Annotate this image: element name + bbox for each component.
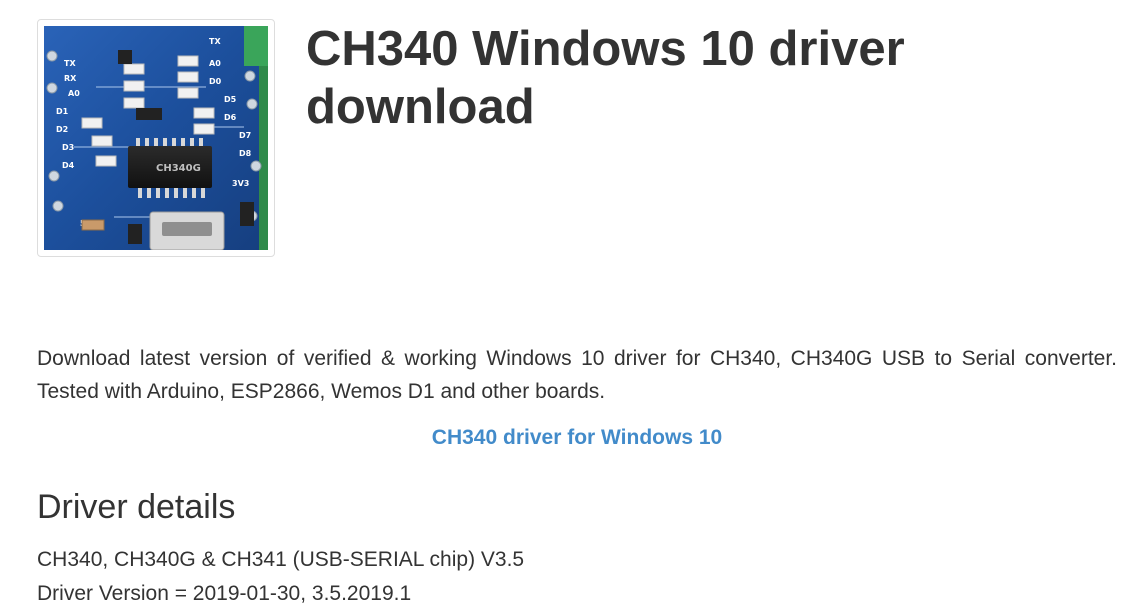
svg-text:D1: D1 — [56, 107, 69, 116]
product-thumbnail: TX RX A0 D1 D2 D3 D4 5V TX A0 D0 D5 D6 D… — [37, 19, 275, 257]
svg-text:D5: D5 — [224, 95, 237, 104]
intro-paragraph: Download latest version of verified & wo… — [37, 347, 1117, 403]
svg-text:D3: D3 — [62, 143, 74, 152]
svg-text:D0: D0 — [209, 77, 222, 86]
svg-text:D8: D8 — [239, 149, 252, 158]
driver-version-line: Driver Version = 2019-01-30, 3.5.2019.1 — [37, 582, 412, 605]
driver-chip-line: CH340, CH340G & CH341 (USB-SERIAL chip) … — [37, 548, 525, 571]
driver-details-heading: Driver details — [37, 488, 236, 526]
chip-label: CH340G — [156, 163, 201, 174]
svg-text:D4: D4 — [62, 161, 75, 170]
ch340-board-photo: TX RX A0 D1 D2 D3 D4 5V TX A0 D0 D5 D6 D… — [44, 26, 268, 250]
svg-text:A0: A0 — [209, 59, 221, 68]
svg-text:A0: A0 — [68, 89, 80, 98]
svg-text:D2: D2 — [56, 125, 68, 134]
download-driver-link[interactable]: CH340 driver for Windows 10 — [0, 426, 1143, 450]
svg-text:RX: RX — [64, 74, 77, 83]
page-title: CH340 Windows 10 driver download — [306, 22, 905, 134]
svg-text:D7: D7 — [239, 131, 251, 140]
driver-details: CH340, CH340G & CH341 (USB-SERIAL chip) … — [37, 543, 524, 611]
svg-text:3V3: 3V3 — [232, 179, 249, 188]
svg-text:TX: TX — [209, 37, 221, 46]
svg-text:D6: D6 — [224, 113, 237, 122]
svg-text:TX: TX — [64, 59, 76, 68]
